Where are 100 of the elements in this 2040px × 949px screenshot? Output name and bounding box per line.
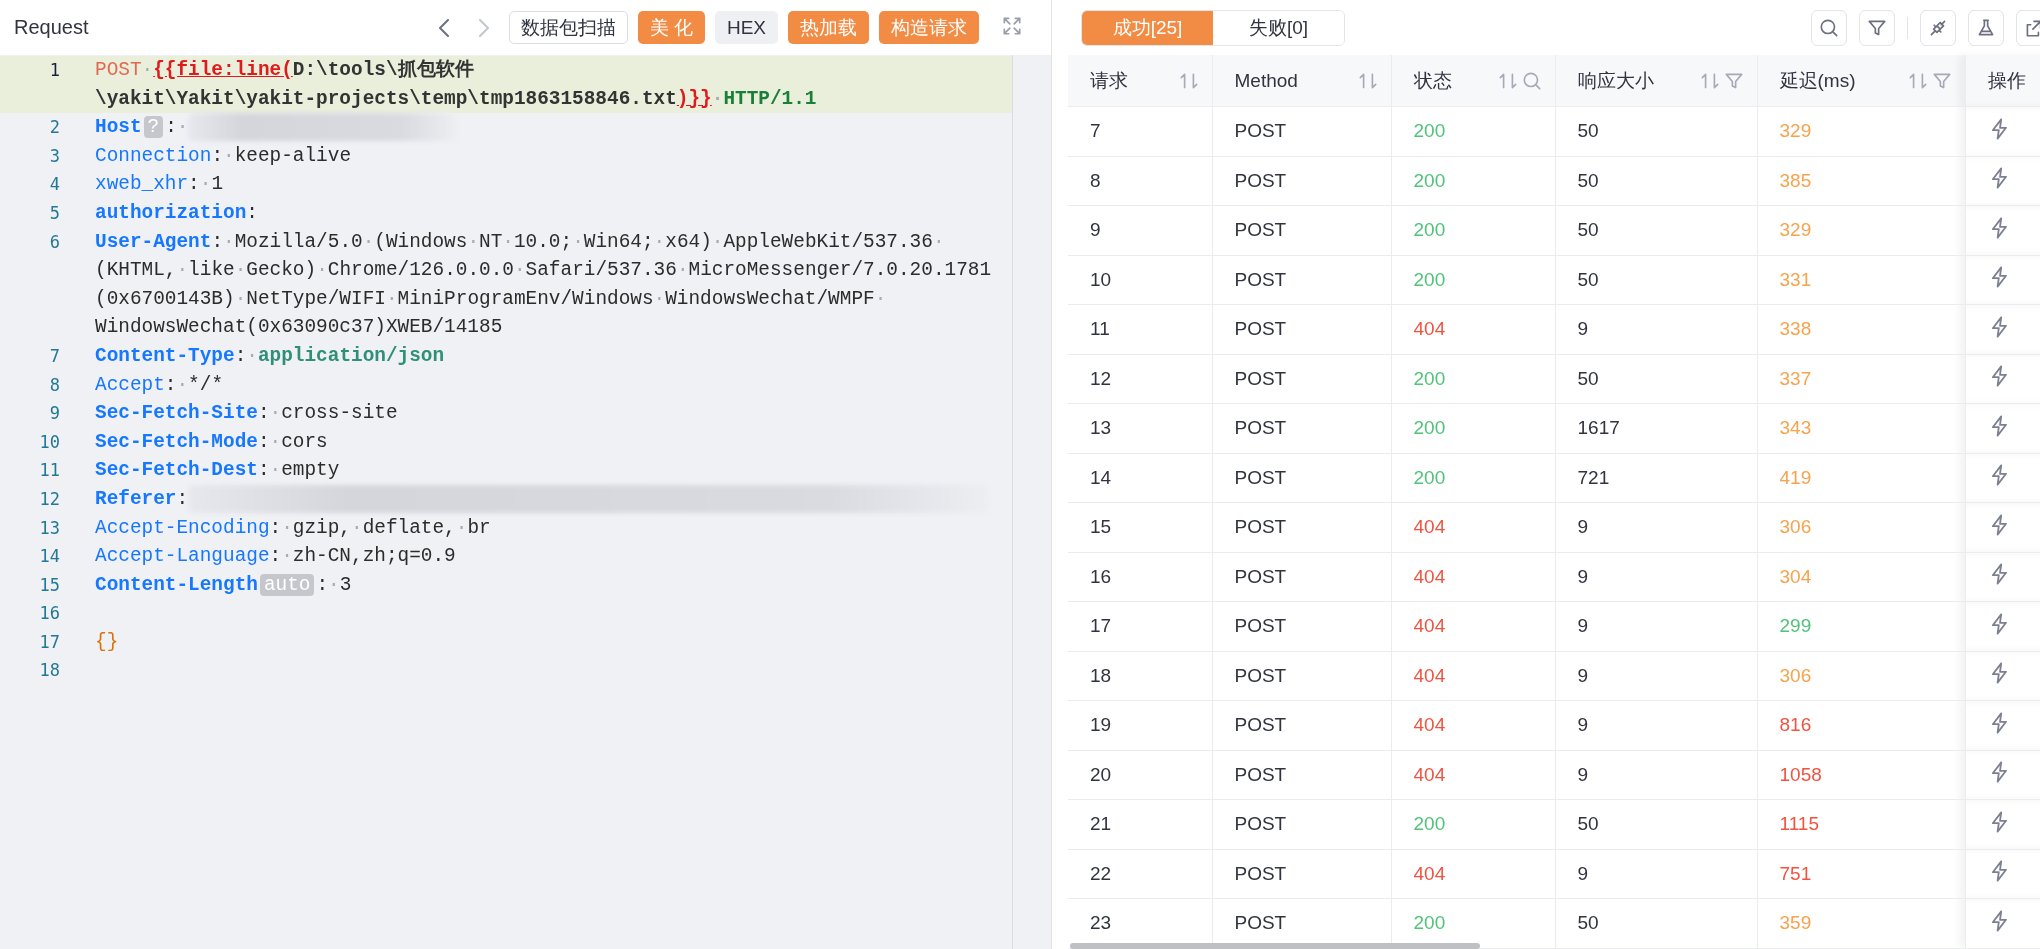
line-number: 15 [38, 573, 60, 597]
plug-button[interactable] [1920, 9, 1956, 46]
line-number: 18 [38, 659, 60, 683]
line-number: 6 [48, 230, 60, 254]
table-cell: POST [1234, 318, 1287, 340]
table-cell: 1617 [1577, 417, 1620, 439]
status-code: 200 [1413, 120, 1446, 142]
table-cell: POST [1234, 120, 1287, 142]
latency-value: 329 [1779, 120, 1812, 142]
table-cell: 50 [1577, 219, 1599, 241]
table-cell: POST [1234, 862, 1287, 884]
status-code: 200 [1413, 417, 1446, 439]
latency-value: 329 [1779, 219, 1812, 241]
table-cell: 50 [1577, 912, 1599, 934]
table-cell: 11 [1090, 318, 1110, 340]
toolbar-button[interactable]: HEX [714, 11, 778, 44]
latency-value: 1115 [1779, 813, 1819, 835]
search-button[interactable] [1811, 9, 1847, 46]
latency-value: 299 [1779, 615, 1812, 637]
line-number: 1 [48, 59, 60, 82]
code-line: POST·{{file:line(D:\tools\抓包软件 [95, 58, 474, 83]
latency-value: 306 [1779, 516, 1812, 538]
code-line: Content-Length auto :·3 [95, 572, 352, 598]
code-line: Sec-Fetch-Mode:·cors [95, 429, 328, 455]
table-cell: POST [1234, 813, 1287, 835]
latency-value: 816 [1779, 714, 1812, 736]
status-code: 404 [1413, 565, 1446, 587]
table-cell: 9 [1577, 318, 1589, 340]
status-code: 404 [1413, 714, 1446, 736]
line-number: 10 [38, 430, 60, 454]
column-header: 状态 [1413, 68, 1452, 93]
table-cell: 15 [1090, 516, 1112, 538]
result-tab[interactable]: 成功[25] [1082, 10, 1213, 45]
table-cell: POST [1234, 565, 1287, 587]
table-cell: 22 [1090, 862, 1112, 884]
toolbar-button[interactable]: 数据包扫描 [508, 11, 628, 44]
table-cell: 9 [1577, 565, 1589, 587]
latency-value: 385 [1779, 169, 1812, 191]
filter-button[interactable] [1859, 9, 1895, 46]
table-cell: 23 [1090, 912, 1112, 934]
code-line: Accept-Language:·zh-CN,zh;q=0.9 [95, 544, 456, 570]
table-cell: POST [1234, 714, 1287, 736]
toolbar-button[interactable]: 美 化 [637, 11, 705, 44]
status-code: 200 [1413, 813, 1446, 835]
fullscreen-icon[interactable] [1001, 14, 1023, 37]
flask-button[interactable] [1968, 9, 2004, 46]
code-line: (KHTML,·like·Gecko)·Chrome/126.0.0.0·Safari/537.36·MicroMessenger/7.0.20.1781 [95, 258, 992, 284]
table-cell: 9 [1090, 219, 1101, 241]
line-number: 17 [38, 630, 60, 654]
code-line: Host ? :· [95, 115, 189, 141]
latency-value: 306 [1779, 664, 1812, 686]
status-code: 200 [1413, 169, 1446, 191]
line-number: 13 [38, 516, 60, 540]
table-cell: 9 [1577, 714, 1589, 736]
table-cell: POST [1234, 169, 1287, 191]
table-cell: POST [1234, 367, 1287, 389]
table-cell: POST [1234, 912, 1287, 934]
latency-value: 337 [1779, 367, 1812, 389]
line-number: 16 [38, 602, 60, 626]
toolbar-button[interactable]: 构造请求 [879, 11, 979, 44]
table-cell: 8 [1090, 169, 1101, 191]
line-number: 9 [48, 402, 60, 426]
horizontal-scrollbar[interactable] [1070, 943, 1480, 949]
code-line: WindowsWechat(0x63090c37)XWEB/14185 [95, 315, 503, 341]
code-line: Sec-Fetch-Site:·cross-site [95, 401, 398, 427]
table-cell: POST [1234, 219, 1287, 241]
toolbar-button[interactable]: 热加载 [788, 11, 869, 44]
line-number: 11 [38, 459, 60, 483]
latency-value: 331 [1779, 268, 1812, 290]
code-line: {} [95, 629, 119, 655]
code-line: xweb_xhr:·1 [95, 172, 223, 198]
latency-value: 419 [1779, 466, 1812, 488]
table-cell: POST [1234, 664, 1287, 686]
status-code: 404 [1413, 664, 1446, 686]
status-code: 404 [1413, 516, 1446, 538]
table-cell: 50 [1577, 120, 1599, 142]
line-number: 14 [38, 545, 60, 569]
table-cell: 721 [1577, 466, 1610, 488]
table-cell: 9 [1577, 763, 1589, 785]
chevron-left-icon [438, 18, 449, 37]
column-header: 请求 [1090, 68, 1128, 93]
line-number: 7 [48, 344, 60, 368]
status-code: 200 [1413, 367, 1446, 389]
code-line: Accept-Encoding:·gzip,·deflate,·br [95, 515, 491, 541]
table-cell: 18 [1090, 664, 1112, 686]
table-cell: 10 [1090, 268, 1112, 290]
table-cell: 13 [1090, 417, 1112, 439]
column-header: 响应大小 [1577, 68, 1654, 93]
table-cell: POST [1234, 516, 1287, 538]
status-code: 404 [1413, 763, 1446, 785]
chevron-right-icon [478, 18, 489, 37]
line-number: 4 [48, 173, 60, 197]
status-code: 200 [1413, 268, 1446, 290]
table-cell: 12 [1090, 367, 1112, 389]
line-number: 8 [48, 373, 60, 397]
table-cell: 9 [1577, 516, 1589, 538]
table-cell: 20 [1090, 763, 1112, 785]
table-cell: 9 [1577, 664, 1589, 686]
latency-value: 338 [1779, 318, 1812, 340]
table-cell: 19 [1090, 714, 1112, 736]
